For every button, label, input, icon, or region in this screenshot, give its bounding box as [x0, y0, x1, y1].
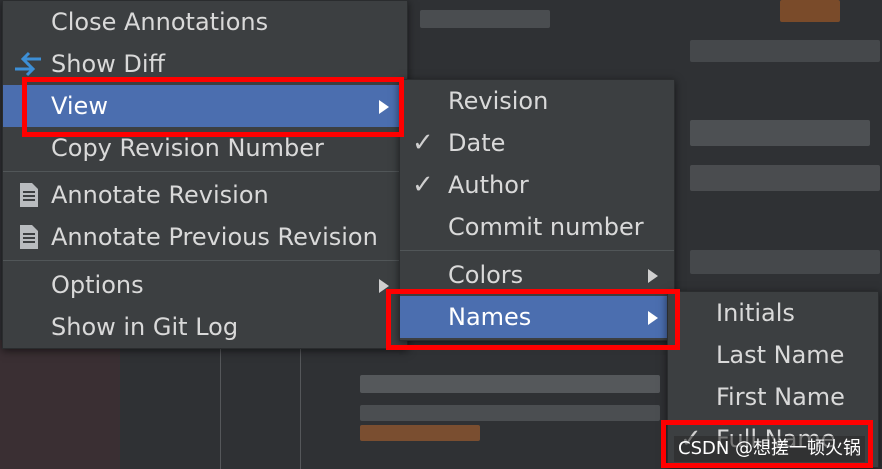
blurred-code [360, 375, 660, 393]
submenu-arrow-icon [648, 269, 658, 283]
menu-item-label: Author [448, 171, 529, 199]
annotate-revision-item[interactable]: Annotate Revision [3, 174, 407, 216]
annotate-previous-revision-item[interactable]: Annotate Previous Revision [3, 216, 407, 258]
revision-item[interactable]: Revision [400, 80, 674, 122]
annotation-context-menu: Close Annotations Show Diff View Copy Re… [2, 0, 408, 349]
divider [300, 340, 301, 469]
blurred-code [690, 40, 880, 62]
menu-item-label: Close Annotations [51, 8, 269, 36]
view-submenu: Revision ✓ Date ✓ Author Commit number C… [399, 79, 675, 341]
submenu-arrow-icon [379, 100, 389, 114]
menu-item-label: Initials [716, 299, 795, 327]
first-name-item[interactable]: First Name [668, 376, 878, 418]
menu-item-label: Colors [448, 261, 524, 289]
blurred-code [360, 405, 660, 421]
initials-item[interactable]: Initials [668, 292, 878, 334]
blurred-code [690, 250, 880, 274]
author-item[interactable]: ✓ Author [400, 164, 674, 206]
options-item[interactable]: Options [3, 264, 407, 306]
commit-number-item[interactable]: Commit number [400, 206, 674, 248]
checkmark-icon: ✓ [412, 128, 434, 158]
menu-item-label: Revision [448, 87, 549, 115]
document-icon [20, 225, 38, 249]
menu-item-label: Last Name [716, 341, 845, 369]
menu-separator [400, 250, 674, 251]
view-item[interactable]: View [3, 85, 407, 127]
diff-icon [15, 51, 41, 77]
annotation-gutter [0, 340, 120, 469]
names-item[interactable]: Names [400, 296, 674, 338]
menu-item-label: Copy Revision Number [51, 134, 324, 162]
blurred-code [780, 0, 840, 22]
menu-item-label: Annotate Revision [51, 181, 269, 209]
menu-item-label: Annotate Previous Revision [51, 223, 378, 251]
submenu-arrow-icon [648, 311, 658, 325]
copy-revision-number-item[interactable]: Copy Revision Number [3, 127, 407, 169]
menu-item-label: Show in Git Log [51, 313, 239, 341]
date-item[interactable]: ✓ Date [400, 122, 674, 164]
watermark: CSDN @想搓一顿火锅 [674, 436, 866, 462]
menu-separator [3, 260, 407, 261]
show-in-git-log-item[interactable]: Show in Git Log [3, 306, 407, 348]
blurred-code [690, 120, 870, 146]
colors-item[interactable]: Colors [400, 254, 674, 296]
submenu-arrow-icon [379, 279, 389, 293]
blurred-code [360, 425, 480, 441]
divider [220, 340, 221, 469]
show-diff-item[interactable]: Show Diff [3, 43, 407, 85]
menu-item-label: First Name [716, 383, 845, 411]
menu-item-label: Names [448, 303, 532, 331]
menu-item-label: Commit number [448, 213, 644, 241]
last-name-item[interactable]: Last Name [668, 334, 878, 376]
blurred-code [690, 165, 880, 191]
document-icon [20, 183, 38, 207]
close-annotations-item[interactable]: Close Annotations [3, 1, 407, 43]
menu-separator [3, 171, 407, 172]
menu-item-label: View [51, 92, 108, 120]
menu-item-label: Options [51, 271, 144, 299]
menu-item-label: Date [448, 129, 506, 157]
menu-item-label: Show Diff [51, 50, 166, 78]
checkmark-icon: ✓ [412, 170, 434, 200]
blurred-code [420, 10, 550, 28]
